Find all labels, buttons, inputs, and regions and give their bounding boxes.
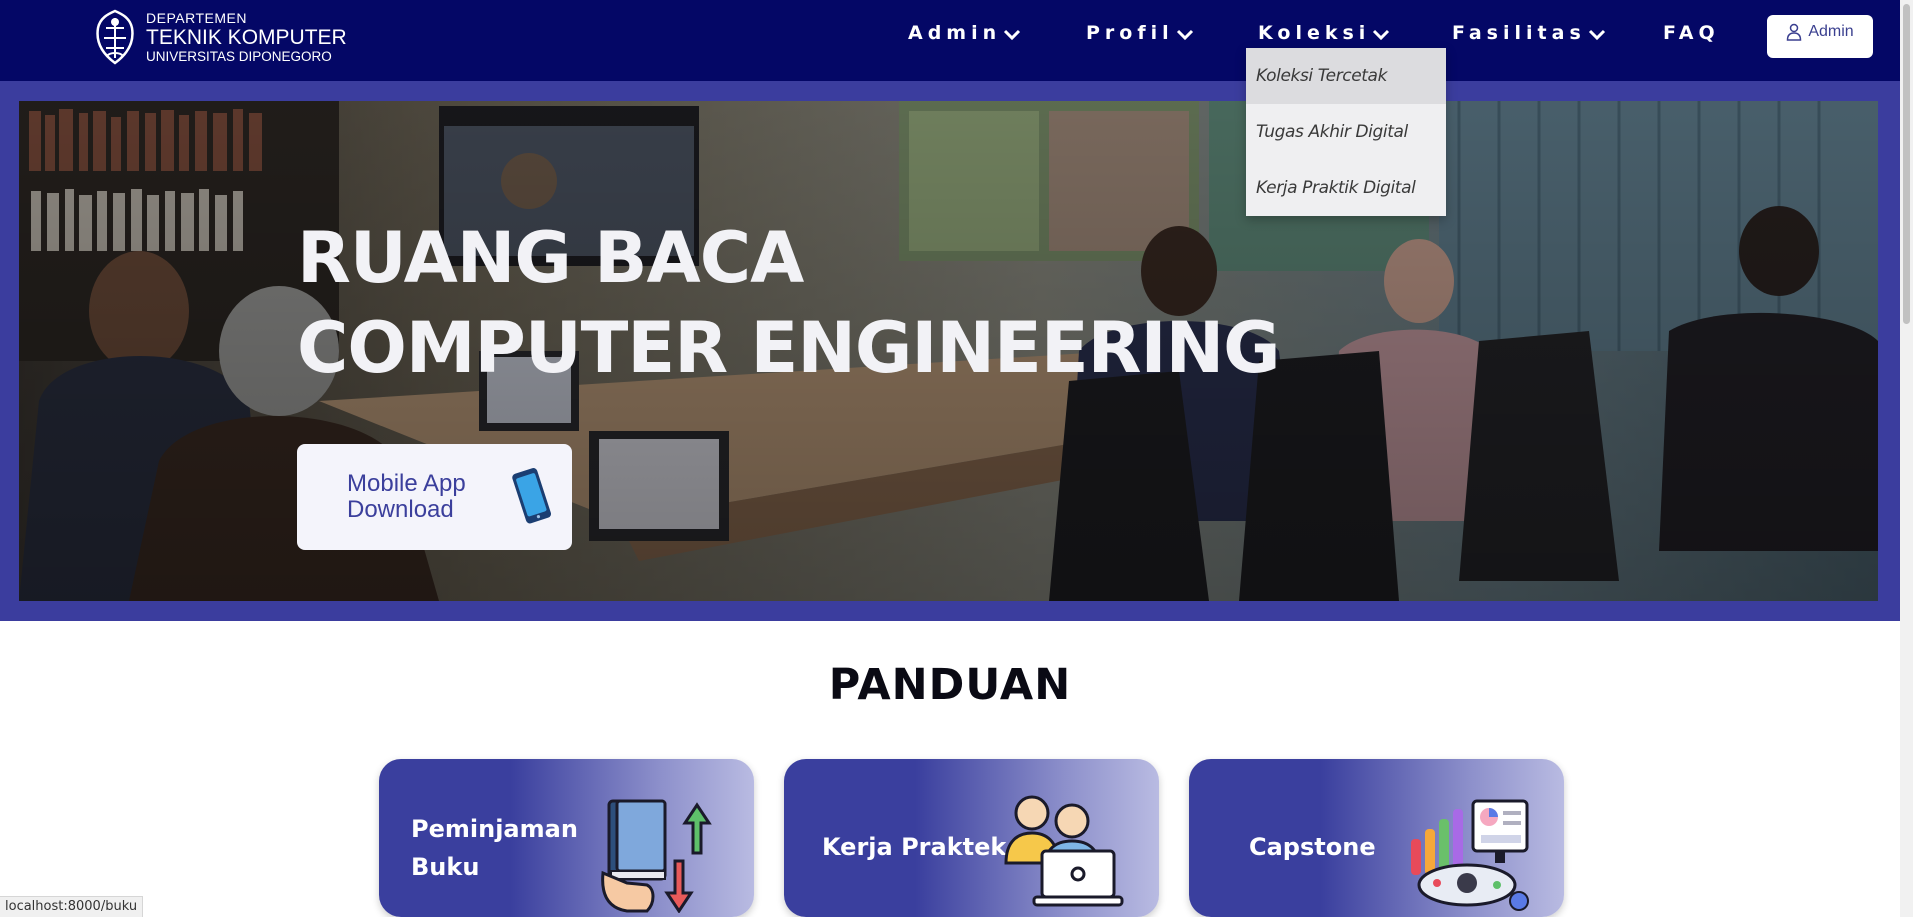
chevron-down-icon <box>1004 29 1021 41</box>
brand-name: TEKNIK KOMPUTER <box>146 25 347 49</box>
hero-title: RUANG BACA COMPUTER ENGINEERING <box>297 213 1281 393</box>
analytics-dashboard-icon <box>1411 799 1529 911</box>
chevron-down-icon <box>1373 29 1390 41</box>
dropdown-item-tugas-akhir-digital[interactable]: Tugas Akhir Digital <box>1246 104 1446 160</box>
nav-faq[interactable]: FAQ <box>1663 17 1720 49</box>
dropdown-item-koleksi-tercetak[interactable]: Koleksi Tercetak <box>1246 48 1446 104</box>
nav-admin-label: Admin <box>908 22 1002 44</box>
brand-department: DEPARTEMEN <box>146 9 247 26</box>
people-laptop-icon <box>1004 795 1124 907</box>
card-peminjaman-buku[interactable]: Peminjaman Buku <box>379 759 754 917</box>
brand-university: UNIVERSITAS DIPONEGORO <box>146 48 332 64</box>
card-label: Kerja Praktek <box>822 833 1007 861</box>
panduan-title: PANDUAN <box>828 660 1072 710</box>
nav-profil-label: Profil <box>1086 22 1174 44</box>
hero-title-line1: RUANG BACA <box>297 217 804 299</box>
chevron-down-icon <box>1176 29 1193 41</box>
app-button-label: Mobile App Download <box>347 471 497 523</box>
nav-fasilitas-label: Fasilitas <box>1452 22 1586 44</box>
navbar: DEPARTEMEN TEKNIK KOMPUTER UNIVERSITAS D… <box>0 0 1900 81</box>
card-label: Capstone <box>1249 833 1376 861</box>
hero-title-line2: COMPUTER ENGINEERING <box>297 307 1281 389</box>
university-logo-icon <box>96 9 134 65</box>
koleksi-dropdown-menu: Koleksi Tercetak Tugas Akhir Digital Ker… <box>1246 48 1446 216</box>
nav-admin[interactable]: Admin <box>908 17 1021 49</box>
dropdown-item-kerja-praktik-digital[interactable]: Kerja Praktik Digital <box>1246 160 1446 216</box>
link-status-bar: localhost:8000/buku <box>0 896 144 917</box>
page: DEPARTEMEN TEKNIK KOMPUTER UNIVERSITAS D… <box>0 0 1913 917</box>
nav-koleksi-label: Koleksi <box>1258 22 1371 44</box>
nav-koleksi[interactable]: Koleksi <box>1258 17 1390 49</box>
brand[interactable]: DEPARTEMEN TEKNIK KOMPUTER UNIVERSITAS D… <box>92 6 347 68</box>
card-capstone[interactable]: Capstone <box>1189 759 1564 917</box>
user-icon <box>1787 23 1802 41</box>
chevron-down-icon <box>1588 29 1605 41</box>
nav-fasilitas[interactable]: Fasilitas <box>1452 17 1606 49</box>
book-exchange-icon <box>601 799 712 913</box>
hero-banner: RUANG BACA COMPUTER ENGINEERING Mobile A… <box>19 101 1878 601</box>
card-label: Peminjaman Buku <box>411 815 578 881</box>
nav-profil[interactable]: Profil <box>1086 17 1194 49</box>
app-button-line2: Download <box>347 496 454 523</box>
mobile-app-download-button[interactable]: Mobile App Download <box>297 444 572 550</box>
admin-button-label: Admin <box>1808 23 1854 40</box>
smartphone-icon <box>512 468 551 524</box>
page-scrollbar[interactable] <box>1900 0 1913 917</box>
card-kerja-praktek[interactable]: Kerja Praktek <box>784 759 1159 917</box>
admin-login-button[interactable]: Admin <box>1767 15 1873 58</box>
scrollbar-thumb[interactable] <box>1903 4 1910 324</box>
app-button-line1: Mobile App <box>347 470 466 497</box>
nav-faq-label: FAQ <box>1663 22 1720 44</box>
